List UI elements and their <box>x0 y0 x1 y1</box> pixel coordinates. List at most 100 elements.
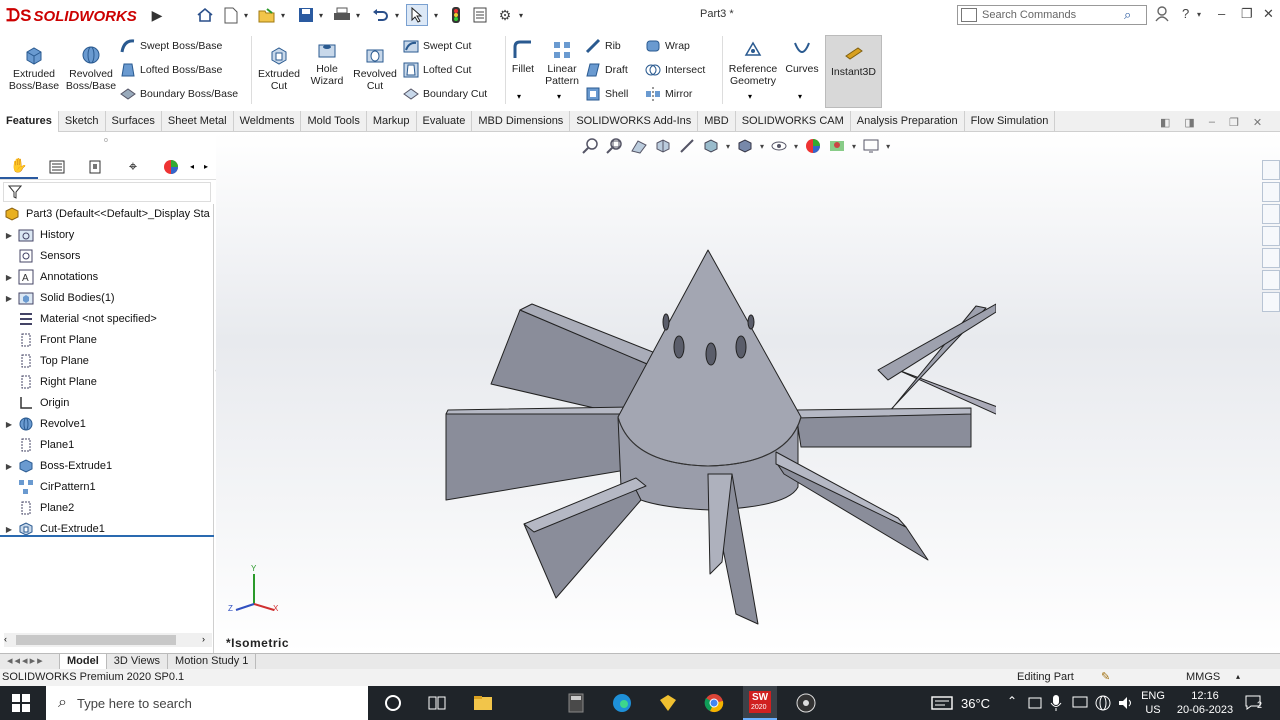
section-view-icon[interactable] <box>654 137 672 155</box>
swept-cut-button[interactable]: Swept Cut <box>403 37 503 55</box>
tree-item-sensors[interactable]: Sensors <box>0 246 80 266</box>
tab-markup[interactable]: Markup <box>367 111 417 132</box>
tree-item-material[interactable]: Material <not specified> <box>0 309 157 329</box>
task-view-icon[interactable] <box>426 692 448 714</box>
fillet-button[interactable]: Fillet <box>508 39 538 75</box>
instant3d-button[interactable]: Instant3D <box>825 35 882 108</box>
tab-3d-views[interactable]: 3D Views <box>107 654 169 669</box>
tab-weldments[interactable]: Weldments <box>234 111 302 132</box>
pattern-dropdown-icon[interactable]: ▾ <box>557 92 561 101</box>
close-icon[interactable]: ✕ <box>1263 6 1274 22</box>
draft-button[interactable]: Draft <box>585 61 645 79</box>
tree-item-solid-bodies[interactable]: ▶ Solid Bodies(1) <box>0 288 115 308</box>
print-dropdown-icon[interactable]: ▾ <box>353 5 363 25</box>
part-model-3d[interactable] <box>436 242 996 642</box>
microphone-icon[interactable] <box>1048 692 1064 714</box>
view-orientation-icon[interactable] <box>702 137 720 155</box>
scroll-left-icon[interactable]: ◂ <box>190 162 204 171</box>
scroll-right-icon[interactable]: ▸ <box>204 162 214 171</box>
apply-scene-dropdown-icon[interactable]: ▾ <box>852 142 856 151</box>
design-library-icon[interactable] <box>1262 182 1280 202</box>
filter-field[interactable] <box>3 182 211 202</box>
wrap-button[interactable]: Wrap <box>645 37 720 55</box>
open-dropdown-icon[interactable]: ▾ <box>278 5 288 25</box>
edit-appearance-icon[interactable] <box>804 137 822 155</box>
tile-left-icon[interactable]: ◧ <box>1160 116 1170 129</box>
swept-boss-button[interactable]: Swept Boss/Base <box>120 37 248 55</box>
tab-mbd[interactable]: MBD <box>698 111 736 132</box>
view-palette-icon[interactable] <box>1262 226 1280 246</box>
rib-button[interactable]: Rib <box>585 37 645 55</box>
view-settings-dropdown-icon[interactable]: ▾ <box>886 142 890 151</box>
tab-evaluate[interactable]: Evaluate <box>417 111 473 132</box>
search-icon[interactable]: ⌕ <box>1124 7 1146 23</box>
graphics-area[interactable]: ▾ ▾ ▾ ▾ ▾ Y X Z *Isometric <box>216 132 1280 653</box>
scroll-right-arrow-icon[interactable]: › <box>202 634 205 644</box>
search-commands-field[interactable]: Search Commands ⌕ <box>957 5 1147 25</box>
boundary-cut-button[interactable]: Boundary Cut <box>403 85 503 103</box>
tree-horizontal-scrollbar[interactable]: ‹ › <box>4 633 212 647</box>
windows-start-icon[interactable] <box>12 694 30 712</box>
tab-model[interactable]: Model <box>60 654 107 669</box>
volume-icon[interactable] <box>1117 692 1135 714</box>
rebuild-icon[interactable] <box>448 5 464 25</box>
revolved-boss-button[interactable]: Revolved Boss/Base <box>64 44 118 92</box>
tree-item-plane2[interactable]: Plane2 <box>0 498 74 518</box>
configuration-manager-tab-icon[interactable] <box>76 155 114 179</box>
extruded-cut-button[interactable]: Extruded Cut <box>254 44 304 92</box>
help-icon[interactable]: ? <box>1182 6 1189 21</box>
display-style-icon[interactable] <box>736 137 754 155</box>
linear-pattern-button[interactable]: Linear Pattern <box>541 39 583 87</box>
tab-motion-study-1[interactable]: Motion Study 1 <box>168 654 257 669</box>
shell-button[interactable]: Shell <box>585 85 645 103</box>
tile-right-icon[interactable]: ◨ <box>1184 116 1194 129</box>
tree-item-right-plane[interactable]: Right Plane <box>0 372 97 392</box>
lofted-cut-button[interactable]: Lofted Cut <box>403 61 503 79</box>
tree-item-boss-extrude1[interactable]: ▶ Boss-Extrude1 <box>0 456 112 476</box>
tab-solidworks-add-ins[interactable]: SOLIDWORKS Add-Ins <box>570 111 699 132</box>
view-orientation-dropdown-icon[interactable]: ▾ <box>726 142 730 151</box>
open-icon[interactable] <box>257 5 277 25</box>
expand-arrow-icon[interactable]: ▶ <box>0 462 18 471</box>
obs-recorder-icon[interactable] <box>795 692 817 714</box>
extruded-boss-button[interactable]: Extruded Boss/Base <box>6 44 62 92</box>
apply-scene-icon[interactable] <box>828 137 846 155</box>
notification-center-button[interactable]: 2 <box>1245 694 1265 712</box>
curves-button[interactable]: Curves <box>784 39 820 75</box>
undo-icon[interactable] <box>370 5 390 25</box>
file-properties-icon[interactable] <box>470 5 490 25</box>
user-icon[interactable] <box>1155 6 1169 25</box>
language-globe-icon[interactable] <box>1094 692 1112 714</box>
appearances-scenes-icon[interactable] <box>1262 248 1280 268</box>
curves-dropdown-icon[interactable]: ▾ <box>798 92 802 101</box>
tree-item-origin[interactable]: Origin <box>0 393 69 413</box>
units-dropdown-icon[interactable]: ▴ <box>1236 669 1240 685</box>
home-icon[interactable] <box>195 5 215 25</box>
calculator-icon[interactable] <box>565 692 587 714</box>
revolved-cut-button[interactable]: Revolved Cut <box>350 44 400 92</box>
display-style-dropdown-icon[interactable]: ▾ <box>760 142 764 151</box>
reference-geometry-dropdown-icon[interactable]: ▾ <box>748 92 752 101</box>
intersect-button[interactable]: Intersect <box>645 61 720 79</box>
new-document-icon[interactable] <box>222 5 240 25</box>
clock[interactable]: 12:16 20-06-2023 <box>1175 689 1235 717</box>
tab-mold-tools[interactable]: Mold Tools <box>301 111 367 132</box>
solidworks-logo[interactable]: ᗪS SOLIDWORKS <box>6 5 144 27</box>
solidworks-forum-icon[interactable] <box>1262 292 1280 312</box>
select-dropdown-icon[interactable]: ▾ <box>431 5 441 25</box>
rollback-bar[interactable] <box>0 535 214 537</box>
tree-item-annotations[interactable]: ▶ A Annotations <box>0 267 98 287</box>
tab-flow-simulation[interactable]: Flow Simulation <box>965 111 1056 132</box>
new-dropdown-icon[interactable]: ▾ <box>241 5 251 25</box>
zoom-to-area-icon[interactable] <box>606 137 624 155</box>
undo-dropdown-icon[interactable]: ▾ <box>392 5 402 25</box>
lofted-boss-button[interactable]: Lofted Boss/Base <box>120 61 248 79</box>
tab-features[interactable]: Features <box>0 111 59 132</box>
minimize-icon[interactable]: – <box>1218 6 1225 21</box>
tree-root-part[interactable]: Part3 (Default<<Default>_Display Sta <box>0 204 210 224</box>
expand-arrow-icon[interactable]: ▶ <box>0 294 18 303</box>
custom-properties-icon[interactable] <box>1262 270 1280 290</box>
expand-arrow-icon[interactable]: ▶ <box>0 231 18 240</box>
restore-icon[interactable]: ❐ <box>1241 6 1253 22</box>
battery-icon[interactable] <box>1027 692 1043 714</box>
